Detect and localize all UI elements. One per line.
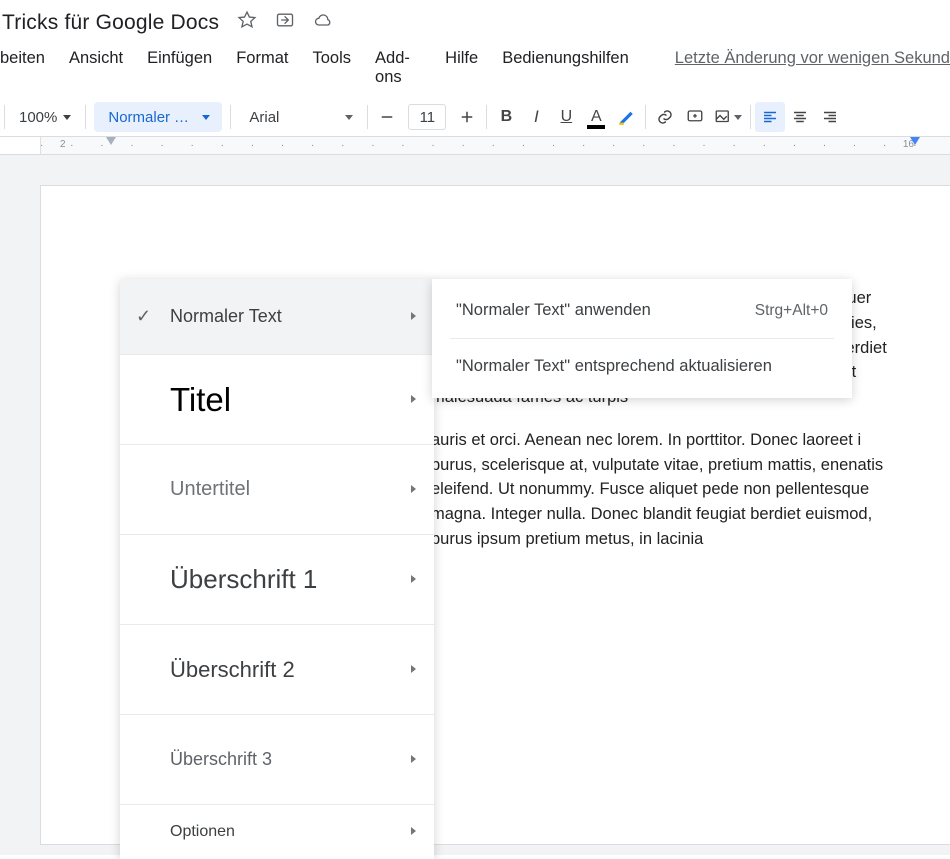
style-menu-label: Überschrift 3 xyxy=(170,749,272,770)
move-icon[interactable] xyxy=(275,10,295,35)
submenu-apply-style[interactable]: "Normaler Text" anwenden Strg+Alt+0 xyxy=(432,287,852,334)
check-icon: ✓ xyxy=(136,306,151,327)
submenu-label: "Normaler Text" anwenden xyxy=(456,301,651,320)
menu-hilfe[interactable]: Hilfe xyxy=(445,49,478,87)
italic-button[interactable]: I xyxy=(521,102,551,132)
last-change-link[interactable]: Letzte Änderung vor wenigen Sekund xyxy=(675,49,950,87)
highlight-button[interactable] xyxy=(611,102,641,132)
star-icon[interactable] xyxy=(237,10,257,35)
style-menu-label: Untertitel xyxy=(170,478,250,501)
zoom-combo[interactable]: 100% xyxy=(9,109,81,126)
menu-ansicht[interactable]: Ansicht xyxy=(69,49,123,87)
font-family-combo[interactable]: Arial xyxy=(235,109,363,126)
chevron-down-icon xyxy=(202,115,210,120)
submenu-shortcut: Strg+Alt+0 xyxy=(755,302,828,320)
paragraph-style-label: Normaler T... xyxy=(108,109,192,126)
chevron-right-icon xyxy=(411,394,416,406)
style-menu-item[interactable]: ✓ Normaler Text xyxy=(120,279,434,355)
style-menu-item[interactable]: Optionen xyxy=(120,805,434,859)
chevron-right-icon xyxy=(411,826,416,838)
align-center-button[interactable] xyxy=(785,102,815,132)
align-right-button[interactable] xyxy=(815,102,845,132)
ruler-ticks: · · · · · · · · · · · · · · · · · · · · … xyxy=(40,137,950,154)
title-icons xyxy=(237,10,333,35)
style-menu-label: Überschrift 1 xyxy=(170,564,317,595)
style-menu-label: Überschrift 2 xyxy=(170,657,295,683)
menu-bearbeiten[interactable]: beiten xyxy=(0,49,45,87)
menu-einfuegen[interactable]: Einfügen xyxy=(147,49,212,87)
underline-button[interactable]: U xyxy=(551,102,581,132)
increase-font-button[interactable] xyxy=(452,102,482,132)
text-color-button[interactable]: A xyxy=(581,102,611,132)
ruler[interactable]: 2 16 · · · · · · · · · · · · · · · · · ·… xyxy=(0,137,950,155)
submenu-update-style[interactable]: "Normaler Text" entsprechend aktualisier… xyxy=(432,343,852,390)
style-menu-item[interactable]: Überschrift 1 xyxy=(120,535,434,625)
zoom-value: 100% xyxy=(19,109,57,126)
paragraph-style-menu: ✓ Normaler Text Titel Untertitel Überschrift… xyxy=(120,279,434,859)
paragraph-style-combo[interactable]: Normaler T... xyxy=(94,102,222,132)
menu-addons[interactable]: Add-ons xyxy=(375,49,421,87)
style-menu-label: Normaler Text xyxy=(170,306,282,327)
style-menu-item[interactable]: Untertitel xyxy=(120,445,434,535)
menu-bedienungshilfen[interactable]: Bedienungshilfen xyxy=(502,49,629,87)
style-menu-label: Optionen xyxy=(170,823,235,841)
align-left-button[interactable] xyxy=(755,102,785,132)
chevron-right-icon xyxy=(411,574,416,586)
style-menu-item[interactable]: Titel xyxy=(120,355,434,445)
menu-bar: beiten Ansicht Einfügen Format Tools Add… xyxy=(0,43,950,97)
style-menu-item[interactable]: Überschrift 2 xyxy=(120,625,434,715)
toolbar: 100% Normaler T... Arial B I U A xyxy=(0,97,950,137)
chevron-down-icon xyxy=(734,115,742,120)
submenu-label: "Normaler Text" entsprechend aktualisier… xyxy=(456,357,772,376)
chevron-down-icon xyxy=(345,115,353,120)
insert-comment-button[interactable] xyxy=(680,102,710,132)
font-family-label: Arial xyxy=(249,109,279,126)
cloud-icon[interactable] xyxy=(313,10,333,35)
chevron-right-icon xyxy=(411,484,416,496)
chevron-right-icon xyxy=(411,664,416,676)
title-bar: Tricks für Google Docs xyxy=(0,0,950,43)
chevron-right-icon xyxy=(411,311,416,323)
document-title[interactable]: Tricks für Google Docs xyxy=(0,11,219,35)
style-menu-item[interactable]: Überschrift 3 xyxy=(120,715,434,805)
insert-image-button[interactable] xyxy=(710,102,746,132)
insert-link-button[interactable] xyxy=(650,102,680,132)
paragraph[interactable]: auris et orci. Aenean nec lorem. In port… xyxy=(431,428,900,552)
paragraph-style-submenu: "Normaler Text" anwenden Strg+Alt+0 "Nor… xyxy=(432,279,852,398)
style-menu-label: Titel xyxy=(170,381,231,419)
bold-button[interactable]: B xyxy=(491,102,521,132)
decrease-font-button[interactable] xyxy=(372,102,402,132)
canvas: Veranschaulichung der Funktionen in Goog… xyxy=(0,155,950,855)
submenu-divider xyxy=(450,338,834,339)
font-size-input[interactable] xyxy=(408,104,446,130)
chevron-down-icon xyxy=(63,115,71,120)
menu-tools[interactable]: Tools xyxy=(312,49,351,87)
menu-format[interactable]: Format xyxy=(236,49,288,87)
chevron-right-icon xyxy=(411,754,416,766)
